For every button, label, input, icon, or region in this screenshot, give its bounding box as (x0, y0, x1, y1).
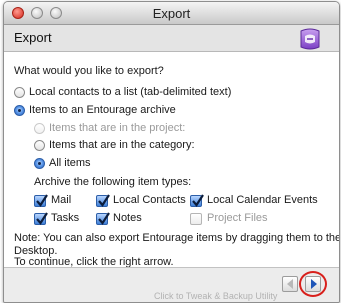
checkmark-icon (98, 194, 110, 207)
title-bar: Export (4, 2, 339, 25)
project-items-radio[interactable] (34, 123, 45, 134)
background-window-text: Click to Tweak & Backup Utility (154, 291, 278, 301)
checkmark-icon (192, 194, 204, 207)
highlight-circle (299, 271, 327, 297)
local-calendar-events-checkbox[interactable] (190, 194, 204, 207)
item-types-label: Archive the following item types: (34, 176, 192, 188)
project-files-checkbox[interactable] (190, 213, 202, 225)
entourage-archive-radio[interactable] (14, 105, 25, 116)
export-window: Export Export What would you like to exp… (3, 1, 340, 303)
local-contacts-checkbox-label[interactable]: Local Contacts (113, 194, 186, 206)
entourage-logo-icon (300, 28, 320, 50)
local-contacts-radio-label[interactable]: Local contacts to a list (tab-delimited … (29, 86, 231, 98)
checkmark-icon (36, 212, 48, 225)
local-contacts-radio[interactable] (14, 87, 25, 98)
tasks-checkbox-label[interactable]: Tasks (51, 212, 79, 224)
local-calendar-events-checkbox-label[interactable]: Local Calendar Events (207, 194, 318, 206)
mail-checkbox[interactable] (34, 194, 48, 207)
wizard-footer: Click to Tweak & Backup Utility (4, 267, 339, 302)
notes-checkbox-label[interactable]: Notes (113, 212, 142, 224)
checkmark-icon (98, 212, 110, 225)
checkmark-icon (36, 194, 48, 207)
project-files-checkbox-label[interactable]: Project Files (207, 212, 268, 224)
all-items-radio[interactable] (34, 158, 45, 169)
mail-checkbox-label[interactable]: Mail (51, 194, 71, 206)
left-arrow-icon (287, 279, 293, 289)
category-items-radio[interactable] (34, 140, 45, 151)
note-text-line1: Note: You can also export Entourage item… (14, 232, 340, 244)
entourage-archive-radio-label[interactable]: Items to an Entourage archive (29, 104, 176, 116)
previous-button[interactable] (282, 276, 298, 292)
wizard-content: What would you like to export? Local con… (4, 52, 339, 267)
category-items-radio-label[interactable]: Items that are in the category: (49, 139, 195, 151)
all-items-radio-label[interactable]: All items (49, 157, 91, 169)
wizard-title: Export (14, 30, 52, 45)
project-items-radio-label[interactable]: Items that are in the project: (49, 122, 185, 134)
tasks-checkbox[interactable] (34, 212, 48, 225)
window-title: Export (152, 6, 191, 21)
question-label: What would you like to export? (14, 65, 164, 77)
wizard-header: Export (4, 25, 339, 52)
local-contacts-checkbox[interactable] (96, 194, 110, 207)
notes-checkbox[interactable] (96, 212, 110, 225)
